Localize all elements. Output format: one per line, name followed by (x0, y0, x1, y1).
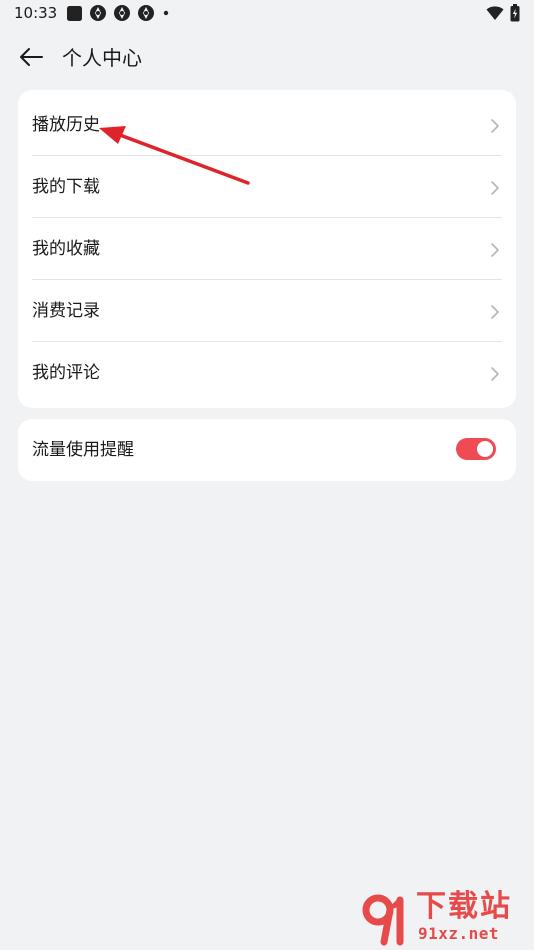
app-icon (89, 4, 107, 22)
arrow-left-icon (18, 46, 44, 72)
menu-item-purchase-records[interactable]: 消费记录 (32, 280, 502, 342)
watermark-url: 91xz.net (418, 924, 500, 943)
wifi-icon (486, 5, 504, 25)
chevron-right-icon (488, 366, 502, 382)
square-icon (66, 5, 83, 22)
app-icon (113, 4, 131, 22)
status-bar: 10:33 (0, 0, 534, 28)
watermark-title: 下载站 (416, 889, 512, 924)
menu-item-label: 我的评论 (32, 363, 100, 383)
battery-charging-icon (510, 4, 520, 26)
chevron-right-icon (488, 180, 502, 196)
data-usage-reminder-label: 流量使用提醒 (32, 440, 134, 460)
page-title: 个人中心 (62, 46, 142, 70)
switch-knob (477, 441, 493, 457)
menu-item-my-comments[interactable]: 我的评论 (32, 342, 502, 404)
chevron-right-icon (488, 304, 502, 320)
menu-card: 播放历史 我的下载 我的收藏 消费记录 我的评论 (18, 90, 516, 408)
menu-item-label: 播放历史 (32, 115, 100, 135)
status-time: 10:33 (14, 4, 58, 22)
chevron-right-icon (488, 118, 502, 134)
menu-item-label: 我的收藏 (32, 239, 100, 259)
data-usage-reminder-card: 流量使用提醒 (18, 419, 516, 481)
menu-item-label: 消费记录 (32, 301, 100, 321)
chevron-right-icon (488, 242, 502, 258)
status-notification-icons (66, 4, 171, 22)
menu-item-label: 我的下载 (32, 177, 100, 197)
watermark: 下载站 91xz.net (362, 890, 530, 948)
site-logo-icon (362, 894, 412, 946)
dot-icon (161, 4, 171, 22)
status-system-icons (486, 4, 520, 26)
menu-item-play-history[interactable]: 播放历史 (32, 94, 502, 156)
menu-item-my-downloads[interactable]: 我的下载 (32, 156, 502, 218)
back-button[interactable] (16, 44, 46, 74)
app-header: 个人中心 (0, 36, 534, 80)
app-icon (137, 4, 155, 22)
menu-item-my-favorites[interactable]: 我的收藏 (32, 218, 502, 280)
data-usage-reminder-switch[interactable] (456, 438, 496, 460)
